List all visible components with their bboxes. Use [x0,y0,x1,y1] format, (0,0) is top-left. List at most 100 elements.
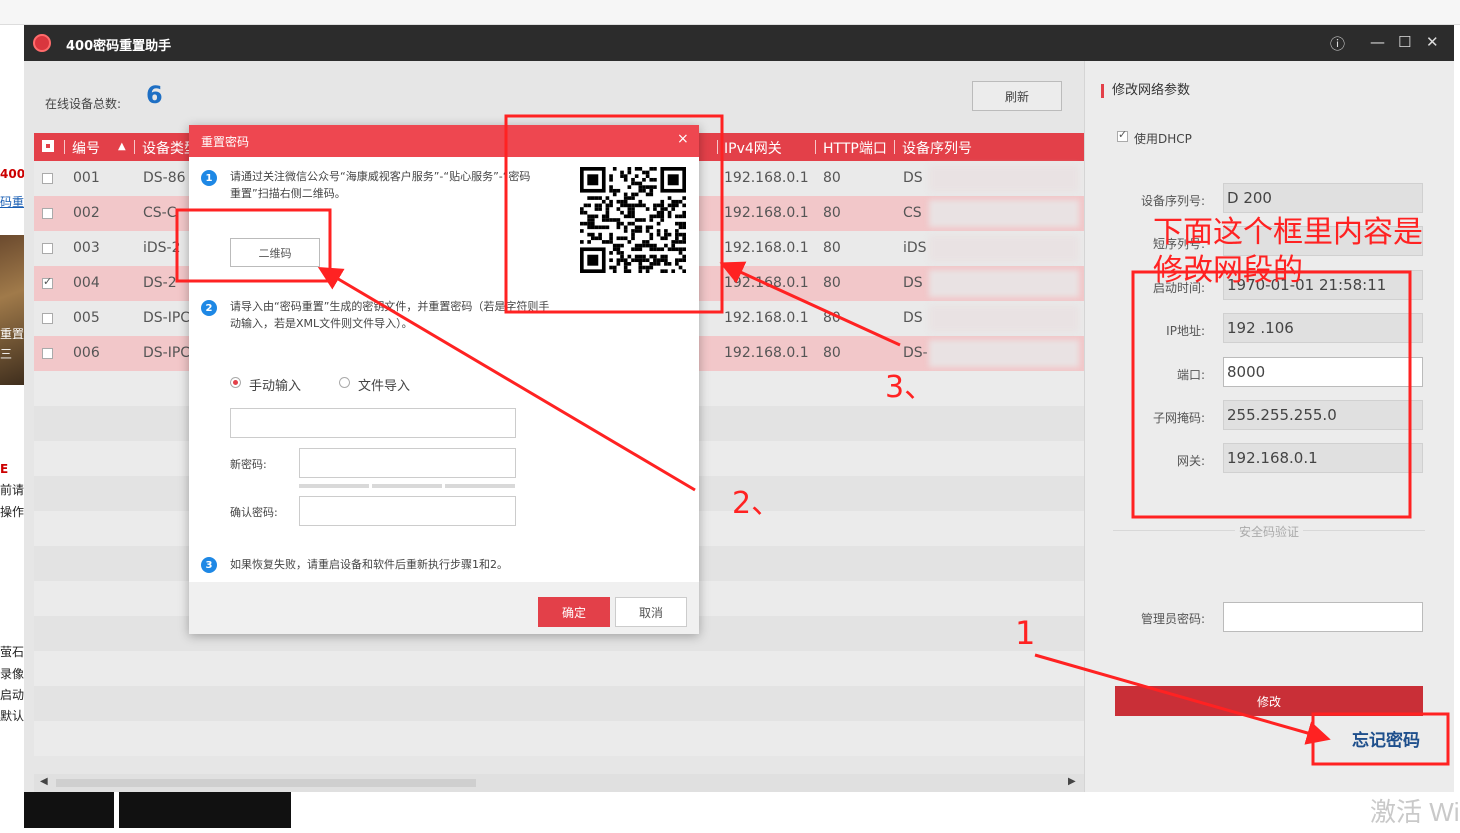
strength-bar [445,484,515,488]
cell-port: 80 [823,240,841,256]
safe-code-link[interactable]: 安全码验证 [1235,523,1304,540]
step-2-text: 请导入由“密码重置”生成的密钥文件，并重置密码（若是字符则手动输入，若是XML文… [230,300,550,330]
cell-type: DS-IPC [143,310,191,326]
background-page-right [1454,25,1460,833]
row-checkbox[interactable] [42,313,53,324]
annotation-label-3: 3、 [885,370,935,405]
step-2-icon: 2 [201,300,217,316]
column-header-gateway[interactable]: IPv4网关 [724,138,782,158]
forgot-password-link[interactable]: 忘记密码 [1352,726,1420,751]
field-label: 子网掩码: [1152,411,1205,425]
app-title: 400密码重置助手 [66,39,172,54]
field-label: 设备序列号: [1140,194,1205,208]
bg-fragment: 默认 [0,709,25,723]
select-all-checkbox[interactable] [42,140,54,152]
row-checkbox[interactable] [42,348,53,359]
cancel-button[interactable]: 取消 [615,597,687,627]
modify-button[interactable]: 修改 [1115,686,1423,716]
step-1-text: 请通过关注微信公众号“海康威视客户服务”-“贴心服务”-“密码重置”扫描右侧二维… [230,170,531,200]
windows-activation-watermark: 激活 Wi [1370,797,1460,827]
row-checkbox[interactable] [42,208,53,219]
confirm-button[interactable]: 确定 [538,597,610,627]
cell-type: iDS-2 [143,240,181,256]
new-password-input[interactable] [299,448,516,478]
admin-password-field[interactable] [1223,602,1423,632]
scroll-thumb[interactable] [56,779,476,787]
bg-fragment: 三 [0,347,13,361]
manual-input-radio[interactable] [230,377,241,388]
title-bar: 400密码重置助手 ⓘ — ☐ ✕ [24,25,1454,61]
cell-serial: DS [903,170,923,186]
device-count-label: 在线设备总数: [45,97,122,111]
strength-bar [299,484,369,488]
confirm-password-label: 确认密码: [230,506,278,519]
background-page-bottom [24,792,1460,833]
confirm-password-input[interactable] [299,496,516,526]
step-3-text: 如果恢复失败，请重启设备和软件后重新执行步骤1和2。 [230,558,508,571]
column-separator [64,140,65,154]
scroll-right-icon[interactable]: ▶ [1068,776,1076,787]
strength-bar [372,484,442,488]
redacted-blur [929,305,1079,332]
cell-gateway: 192.168.0.1 [724,240,809,256]
dialog-title-bar: 重置密码 × [189,125,699,157]
dhcp-checkbox[interactable] [1117,128,1128,142]
row-checkbox[interactable] [42,173,53,184]
refresh-button[interactable]: 刷新 [972,81,1062,111]
cell-port: 80 [823,275,841,291]
dhcp-label: 使用DHCP [1134,132,1192,146]
ip-address-field[interactable]: 192 .106 [1223,313,1423,343]
file-import-label: 文件导入 [358,379,411,394]
bg-fragment: 录像 [0,667,25,681]
browser-toolbar-strip [0,0,1460,25]
column-header-port[interactable]: HTTP端口 [823,138,887,158]
cell-gateway: 192.168.0.1 [724,170,809,186]
cell-no: 001 [73,170,100,186]
gateway-field[interactable]: 192.168.0.1 [1223,443,1423,473]
bg-fragment: E [0,462,9,476]
cell-no: 002 [73,205,100,221]
cell-type: DS-86 [143,170,186,186]
file-import-radio[interactable] [339,377,350,388]
column-header-serial[interactable]: 设备序列号 [902,138,972,158]
scroll-left-icon[interactable]: ◀ [40,776,48,787]
step-1-icon: 1 [201,170,217,186]
bg-screenshot [24,792,114,828]
qr-code-button[interactable]: 二维码 [230,238,320,267]
cell-gateway: 192.168.0.1 [724,275,809,291]
serial-field[interactable]: D 200 [1223,183,1423,213]
empty-row [34,651,1084,686]
horizontal-scrollbar[interactable]: ◀ ▶ [34,774,1084,792]
column-separator [815,140,816,154]
cell-port: 80 [823,310,841,326]
minimize-button[interactable]: — [1370,33,1385,51]
redacted-blur [929,165,1079,192]
cell-serial: iDS [903,240,927,256]
qr-code-image [580,167,686,273]
port-field[interactable]: 8000 [1223,357,1423,387]
cell-no: 004 [73,275,100,291]
network-panel: 修改网络参数 使用DHCP 设备序列号: D 200 短序列号: 启动时间: 1… [1084,61,1454,792]
cell-serial: DS [903,310,923,326]
subnet-mask-field[interactable]: 255.255.255.0 [1223,400,1423,430]
info-icon[interactable]: ⓘ [1330,33,1345,54]
column-separator [894,140,895,154]
cell-gateway: 192.168.0.1 [724,310,809,326]
row-checkbox[interactable] [42,243,53,254]
bg-thumbnail-image [0,235,24,385]
column-separator [134,140,135,154]
close-button[interactable]: ✕ [1426,33,1439,51]
redacted-blur [929,270,1079,297]
key-input[interactable] [230,408,516,438]
annotation-label-2: 2、 [732,486,782,521]
cell-serial: DS [903,275,923,291]
sort-asc-icon[interactable]: ▲ [118,141,126,152]
row-checkbox[interactable] [42,275,53,289]
device-count-value: 6 [146,81,163,109]
column-separator [717,140,718,154]
app-logo-icon [33,34,51,52]
maximize-button[interactable]: ☐ [1398,33,1411,51]
column-header-no[interactable]: 编号 [72,138,100,158]
dialog-title: 重置密码 [201,135,250,149]
dialog-close-icon[interactable]: × [677,131,689,147]
